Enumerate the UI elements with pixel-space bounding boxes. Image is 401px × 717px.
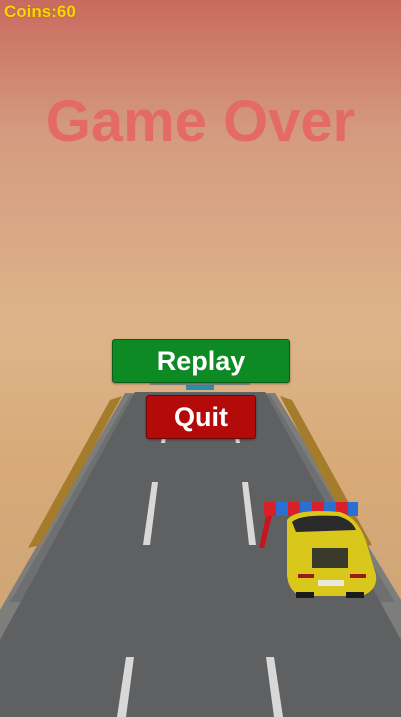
quit-button[interactable]: Quit [146, 395, 256, 439]
player-car-icon [287, 511, 377, 598]
game-over-title: Game Over [45, 89, 356, 154]
replay-button[interactable]: Replay [112, 339, 290, 383]
game-scene: Coins:60 Game Over Replay Quit [0, 0, 401, 717]
coins-counter: Coins:60 [4, 2, 76, 21]
